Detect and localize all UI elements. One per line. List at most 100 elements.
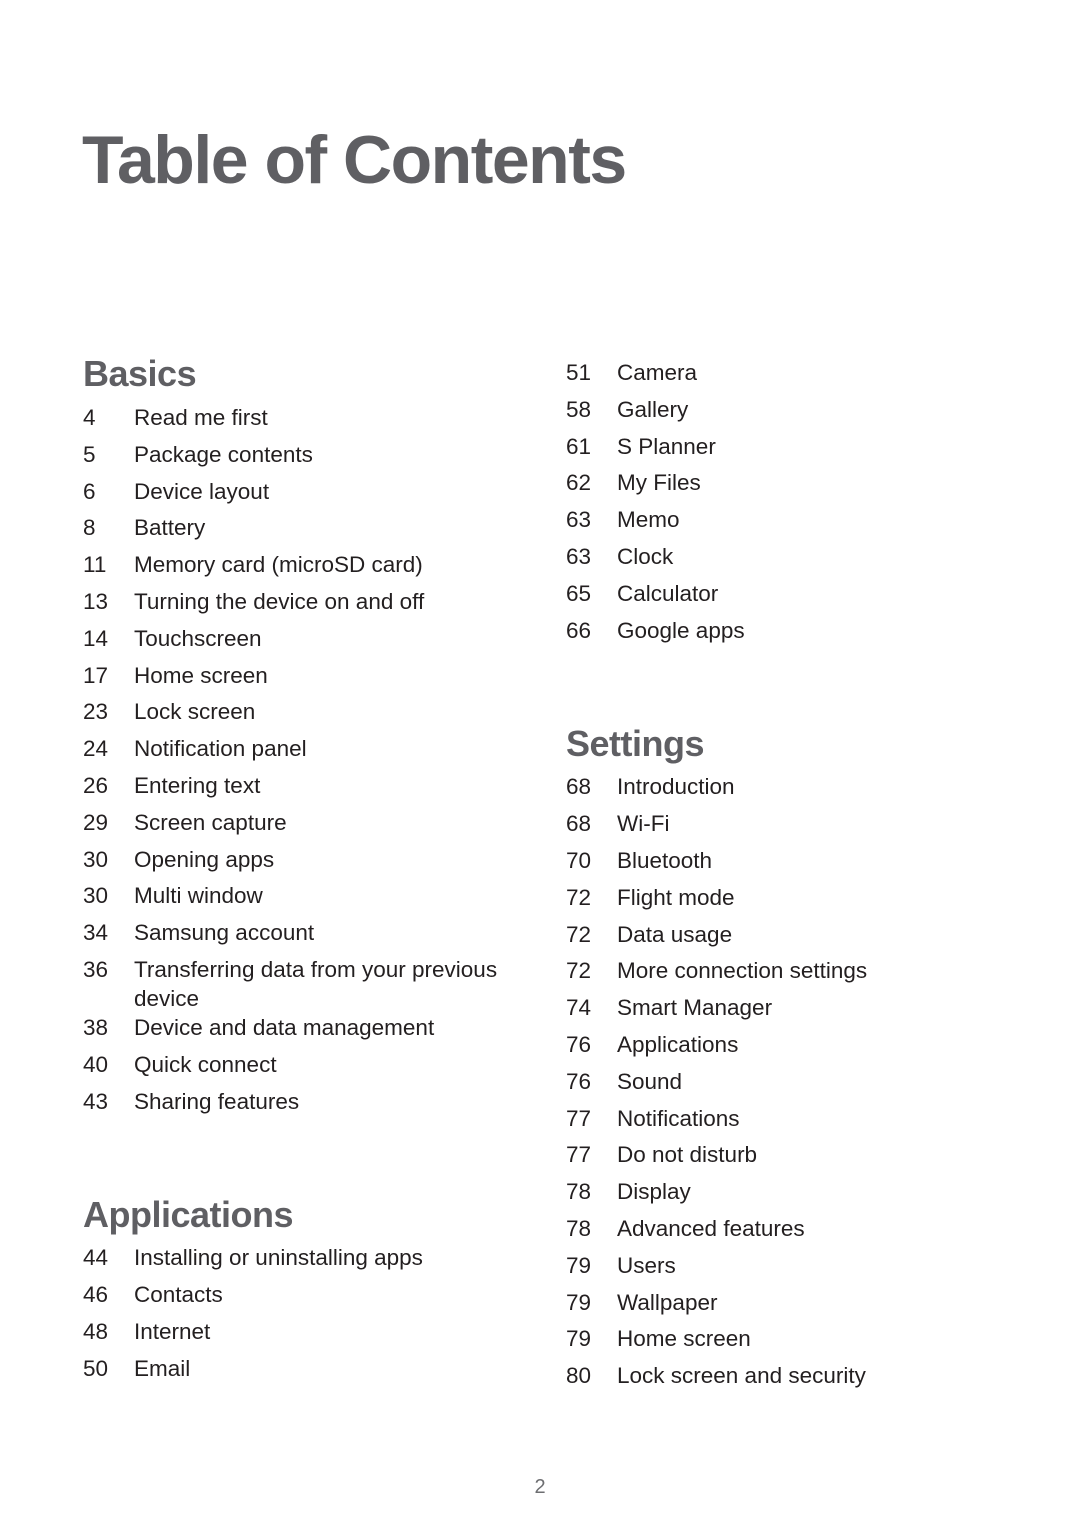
toc-entry[interactable]: 6 Device layout (83, 477, 523, 514)
toc-entry[interactable]: 77 Notifications (566, 1104, 1006, 1141)
toc-entry-page: 79 (566, 1289, 592, 1315)
toc-entry[interactable]: 72 Flight mode (566, 883, 1006, 920)
toc-entry-page: 68 (566, 811, 592, 837)
toc-left-column: Basics 4 Read me first 5 Package contents 6 D… (83, 356, 523, 1391)
toc-entry-label: Display (617, 1179, 691, 1205)
toc-entry[interactable]: 63 Clock (566, 542, 1006, 579)
toc-entry-page: 72 (566, 884, 592, 910)
toc-entry[interactable]: 4 Read me first (83, 403, 523, 440)
toc-entry-label: Multi window (134, 883, 263, 909)
toc-entry-page: 79 (566, 1252, 592, 1278)
toc-entry-label: Applications (617, 1031, 739, 1057)
toc-entry[interactable]: 40 Quick connect (83, 1050, 523, 1087)
toc-entry[interactable]: 29 Screen capture (83, 808, 523, 845)
toc-entry-page: 44 (83, 1245, 109, 1271)
section-heading-applications: Applications (83, 1194, 294, 1236)
toc-entry[interactable]: 30 Opening apps (83, 845, 523, 882)
toc-entry-page: 74 (566, 995, 592, 1021)
toc-entry[interactable]: 34 Samsung account (83, 918, 523, 955)
toc-entry[interactable]: 79 Wallpaper (566, 1288, 1006, 1325)
toc-entry-page: 36 (83, 956, 109, 982)
toc-entry[interactable]: 30 Multi window (83, 881, 523, 918)
toc-entry-page: 6 (83, 478, 96, 504)
toc-entry[interactable]: 65 Calculator (566, 579, 1006, 616)
toc-entry[interactable]: 51 Camera (566, 358, 1006, 395)
toc-entry-label: Introduction (617, 774, 735, 800)
toc-list-basics: 4 Read me first 5 Package contents 6 Device l… (83, 403, 523, 1123)
toc-entry-page: 5 (83, 441, 96, 467)
toc-entry[interactable]: 8 Battery (83, 513, 523, 550)
toc-entry[interactable]: 62 My Files (566, 468, 1006, 505)
toc-entry-page: 78 (566, 1215, 592, 1241)
toc-entry[interactable]: 26 Entering text (83, 771, 523, 808)
toc-entry[interactable]: 79 Users (566, 1251, 1006, 1288)
toc-entry-page: 65 (566, 580, 592, 606)
toc-entry-page: 30 (83, 883, 109, 909)
toc-entry[interactable]: 43 Sharing features (83, 1087, 523, 1124)
toc-entry[interactable]: 48 Internet (83, 1317, 523, 1354)
toc-entry-label: Notifications (617, 1105, 740, 1131)
toc-entry-page: 72 (566, 958, 592, 984)
toc-entry[interactable]: 78 Advanced features (566, 1214, 1006, 1251)
toc-entry-label: Touchscreen (134, 625, 262, 651)
toc-entry[interactable]: 17 Home screen (83, 661, 523, 698)
toc-entry-label: Contacts (134, 1282, 223, 1308)
toc-entry-label: Home screen (617, 1326, 751, 1352)
toc-entry-label: Transferring data from your previous dev… (134, 956, 498, 1011)
toc-entry[interactable]: 78 Display (566, 1177, 1006, 1214)
toc-entry-page: 76 (566, 1068, 592, 1094)
toc-entry-label: Lock screen and security (617, 1363, 866, 1389)
toc-entry-page: 63 (566, 507, 592, 533)
toc-entry[interactable]: 79 Home screen (566, 1324, 1006, 1361)
toc-entry[interactable]: 11 Memory card (microSD card) (83, 550, 523, 587)
toc-entry-page: 79 (566, 1326, 592, 1352)
toc-entry-page: 66 (566, 617, 592, 643)
toc-entry[interactable]: 46 Contacts (83, 1280, 523, 1317)
toc-entry[interactable]: 68 Introduction (566, 772, 1006, 809)
toc-entry-page: 4 (83, 405, 96, 430)
toc-entry[interactable]: 76 Applications (566, 1030, 1006, 1067)
toc-entry[interactable]: 70 Bluetooth (566, 846, 1006, 883)
toc-entry[interactable]: 66 Google apps (566, 616, 1006, 653)
toc-entry-label: Entering text (134, 772, 261, 798)
toc-entry-label: Email (134, 1355, 191, 1381)
toc-entry[interactable]: 36 Transferring data from your previous d… (83, 955, 523, 1013)
toc-entry[interactable]: 77 Do not disturb (566, 1140, 1006, 1177)
toc-entry[interactable]: 61 S Planner (566, 432, 1006, 469)
toc-entry[interactable]: 63 Memo (566, 505, 1006, 542)
toc-entry-label: Calculator (617, 580, 719, 606)
toc-entry[interactable]: 5 Package contents (83, 440, 523, 477)
toc-entry[interactable]: 74 Smart Manager (566, 993, 1006, 1030)
toc-entry[interactable]: 76 Sound (566, 1067, 1006, 1104)
toc-entry-label: Bluetooth (617, 847, 713, 873)
section-heading-settings: Settings (566, 723, 705, 765)
toc-entry-page: 78 (566, 1179, 592, 1205)
toc-entry[interactable]: 58 Gallery (566, 395, 1006, 432)
toc-right-column: 51 Camera 58 Gallery 61 S Planner 62 My Files 63… (566, 356, 1006, 1398)
toc-list-applications-continued: 51 Camera 58 Gallery 61 S Planner 62 My Files 63… (566, 358, 1006, 652)
toc-entry[interactable]: 13 Turning the device on and off (83, 587, 523, 624)
toc-entry[interactable]: 44 Installing or uninstalling apps (83, 1243, 523, 1280)
toc-entry-page: 77 (566, 1142, 592, 1168)
toc-entry[interactable]: 72 Data usage (566, 920, 1006, 957)
toc-entry[interactable]: 38 Device and data management (83, 1013, 523, 1050)
toc-entry-page: 80 (566, 1363, 592, 1389)
toc-entry-page: 50 (83, 1355, 109, 1381)
toc-entry-label: S Planner (617, 433, 716, 459)
toc-entry-label: Installing or uninstalling apps (134, 1245, 423, 1271)
toc-entry[interactable]: 50 Email (83, 1354, 523, 1391)
toc-entry-page: 13 (83, 588, 109, 614)
toc-entry-label: Notification panel (134, 736, 307, 762)
toc-entry[interactable]: 24 Notification panel (83, 734, 523, 771)
toc-entry[interactable]: 80 Lock screen and security (566, 1361, 1006, 1398)
toc-entry-label: Memo (617, 507, 680, 533)
toc-entry-label: Flight mode (617, 884, 735, 910)
toc-entry[interactable]: 23 Lock screen (83, 697, 523, 734)
toc-entry-label: Turning the device on and off (134, 588, 425, 614)
toc-entry-page: 46 (83, 1282, 109, 1308)
toc-entry[interactable]: 72 More connection settings (566, 956, 1006, 993)
toc-entry-label: Wallpaper (617, 1289, 718, 1315)
toc-entry[interactable]: 14 Touchscreen (83, 624, 523, 661)
toc-entry-page: 58 (566, 396, 592, 422)
toc-entry[interactable]: 68 Wi-Fi (566, 809, 1006, 846)
